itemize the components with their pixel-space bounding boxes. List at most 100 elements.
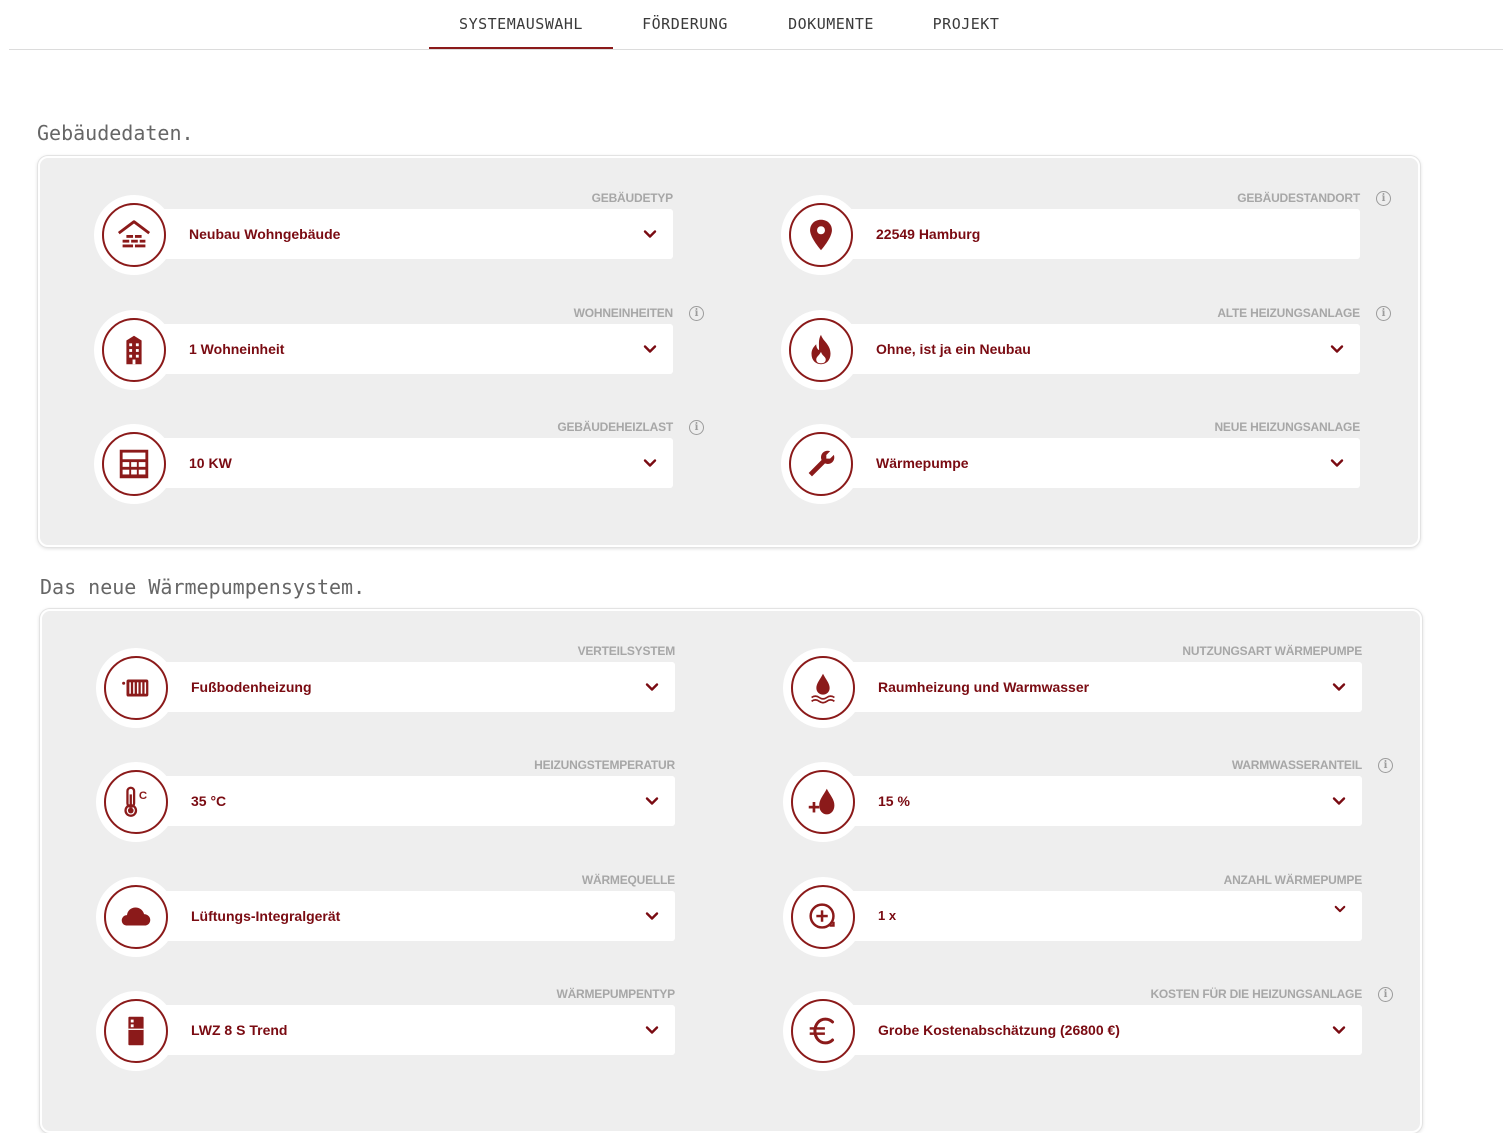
info-icon[interactable]: i: [1378, 987, 1393, 1002]
field-label: HEIZUNGSTEMPERATUR: [534, 758, 675, 772]
flame-icon: [811, 334, 831, 365]
select-value: Lüftungs-Integralgerät: [191, 908, 341, 924]
svg-text:C: C: [139, 790, 147, 802]
field-warmwasseranteil: WARMWASSERANTEIL i 15 %: [783, 758, 1393, 842]
info-icon[interactable]: i: [1376, 306, 1391, 321]
field-label: NUTZUNGSART WÄRMEPUMPE: [1182, 644, 1362, 658]
euro-icon: [809, 1017, 835, 1045]
field-label: NEUE HEIZUNGSANLAGE: [1214, 420, 1360, 434]
field-alte-heizungsanlage: ALTE HEIZUNGSANLAGE i Ohne, ist ja ein N…: [781, 306, 1391, 390]
field-label: KOSTEN FÜR DIE HEIZUNGSANLAGE: [1150, 987, 1362, 1001]
select-value: 35 °C: [191, 793, 227, 809]
field-label: WARMWASSERANTEIL: [1231, 758, 1362, 772]
chevron-down-icon: [643, 230, 657, 238]
field-label: ALTE HEIZUNGSANLAGE: [1217, 306, 1360, 320]
neue-heizungsanlage-select[interactable]: Wärmepumpe: [841, 438, 1360, 488]
house-bricks-icon: [117, 220, 151, 248]
icon-circle: [781, 310, 861, 390]
field-gebaeudeheizlast: GEBÄUDEHEIZLAST i 10 KW: [94, 420, 704, 504]
radiator-icon: [122, 679, 149, 697]
tab-dokumente[interactable]: DOKUMENTE: [765, 0, 897, 48]
chevron-down-icon: [645, 683, 659, 691]
thermometer-icon: C: [124, 786, 147, 817]
icon-circle: [783, 648, 863, 728]
gebaeudeheizlast-select[interactable]: 10 KW: [154, 438, 673, 488]
select-value: 10 KW: [189, 455, 232, 471]
anzahl-waermepumpe-select[interactable]: 1 x: [843, 891, 1362, 941]
field-label: GEBÄUDESTANDORT: [1237, 191, 1360, 205]
gebaeudestandort-input[interactable]: 22549 Hamburg: [841, 209, 1360, 259]
icon-circle: [783, 991, 863, 1071]
wohneinheiten-select[interactable]: 1 Wohneinheit: [154, 324, 673, 374]
building-icon: [126, 335, 142, 365]
icon-circle: [96, 877, 176, 957]
select-value: Raumheizung und Warmwasser: [878, 679, 1090, 695]
plus-circle-icon: [809, 903, 835, 929]
kosten-select[interactable]: Grobe Kostenabschätzung (26800 €): [843, 1005, 1362, 1055]
section-title-heatpump: Das neue Wärmepumpensystem.: [40, 575, 366, 599]
drop-plus-icon: [808, 788, 835, 815]
select-value: 1 x: [878, 908, 897, 923]
select-value: Ohne, ist ja ein Neubau: [876, 341, 1031, 357]
alte-heizungsanlage-select[interactable]: Ohne, ist ja ein Neubau: [841, 324, 1360, 374]
location-pin-icon: [810, 219, 832, 251]
waermequelle-select[interactable]: Lüftungs-Integralgerät: [156, 891, 675, 941]
field-gebaeudetyp: GEBÄUDETYP Neubau Wohngebäude: [94, 191, 673, 275]
field-label: ANZAHL WÄRMEPUMPE: [1223, 873, 1363, 887]
field-waermequelle: WÄRMEQUELLE Lüftungs-Integralgerät: [96, 873, 675, 957]
warmwasseranteil-select[interactable]: 15 %: [843, 776, 1362, 826]
field-label: VERTEILSYSTEM: [577, 644, 676, 658]
icon-circle: [94, 310, 174, 390]
chevron-down-icon: [645, 797, 659, 805]
nutzungsart-select[interactable]: Raumheizung und Warmwasser: [843, 662, 1362, 712]
calculator-icon: [119, 449, 149, 479]
field-waermepumpentyp: WÄRMEPUMPENTYP LWZ 8 S Trend: [96, 987, 675, 1071]
select-value: Neubau Wohngebäude: [189, 226, 341, 242]
info-icon[interactable]: i: [1376, 191, 1391, 206]
field-nutzungsart-waermepumpe: NUTZUNGSART WÄRMEPUMPE Raumheizung und W…: [783, 644, 1362, 728]
chevron-down-icon: [1334, 905, 1346, 913]
icon-circle: [96, 991, 176, 1071]
field-label: WOHNEINHEITEN: [573, 306, 674, 320]
field-gebaeudestandort: GEBÄUDESTANDORT i 22549 Hamburg: [781, 191, 1391, 275]
icon-circle: C: [96, 762, 176, 842]
select-value: LWZ 8 S Trend: [191, 1022, 288, 1038]
verteilsystem-select[interactable]: Fußbodenheizung: [156, 662, 675, 712]
icon-circle: [96, 648, 176, 728]
icon-circle: [94, 195, 174, 275]
icon-circle: [781, 424, 861, 504]
info-icon[interactable]: i: [689, 420, 704, 435]
chevron-down-icon: [1332, 1026, 1346, 1034]
section-title-building: Gebäudedaten.: [37, 121, 194, 145]
select-value: Grobe Kostenabschätzung (26800 €): [878, 1022, 1120, 1038]
heatpump-unit-icon: [128, 1016, 144, 1046]
tab-foerderung[interactable]: FÖRDERUNG: [617, 0, 753, 48]
heizungstemperatur-select[interactable]: 35 °C: [156, 776, 675, 826]
field-anzahl-waermepumpe: ANZAHL WÄRMEPUMPE 1 x: [783, 873, 1362, 957]
chevron-down-icon: [1332, 683, 1346, 691]
tab-projekt[interactable]: PROJEKT: [913, 0, 1019, 48]
chevron-down-icon: [643, 459, 657, 467]
top-navigation: SYSTEMAUSWAHL FÖRDERUNG DOKUMENTE PROJEK…: [9, 0, 1503, 50]
select-value: Wärmepumpe: [876, 455, 969, 471]
water-drop-waves-icon: [811, 673, 835, 704]
gebaeudetyp-select[interactable]: Neubau Wohngebäude: [154, 209, 673, 259]
field-label: GEBÄUDEHEIZLAST: [557, 420, 673, 434]
cloud-icon: [121, 907, 151, 926]
chevron-down-icon: [645, 912, 659, 920]
icon-circle: [94, 424, 174, 504]
chevron-down-icon: [1332, 797, 1346, 805]
tab-systemauswahl[interactable]: SYSTEMAUSWAHL: [429, 0, 613, 49]
field-wohneinheiten: WOHNEINHEITEN i 1 Wohneinheit: [94, 306, 704, 390]
field-label: WÄRMEQUELLE: [581, 873, 675, 887]
select-value: 1 Wohneinheit: [189, 341, 285, 357]
chevron-down-icon: [1330, 459, 1344, 467]
icon-circle: [783, 762, 863, 842]
info-icon[interactable]: i: [689, 306, 704, 321]
info-icon[interactable]: i: [1378, 758, 1393, 773]
icon-circle: [781, 195, 861, 275]
waermepumpentyp-select[interactable]: LWZ 8 S Trend: [156, 1005, 675, 1055]
field-label: WÄRMEPUMPENTYP: [556, 987, 675, 1001]
field-heizungstemperatur: HEIZUNGSTEMPERATUR 35 °C C: [96, 758, 675, 842]
field-kosten-heizungsanlage: KOSTEN FÜR DIE HEIZUNGSANLAGE i Grobe Ko…: [783, 987, 1393, 1071]
